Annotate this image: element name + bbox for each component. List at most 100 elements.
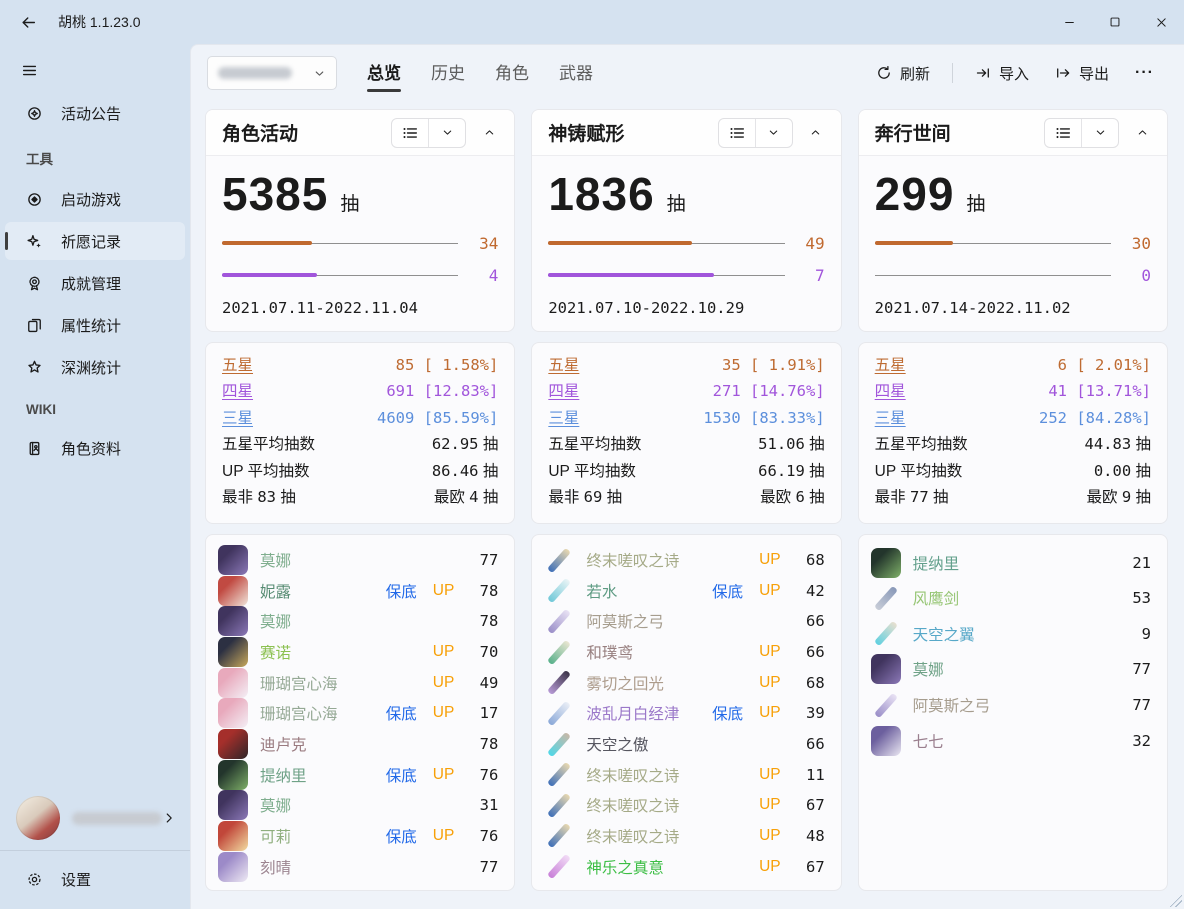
bulleted-list-icon — [728, 124, 746, 142]
sidebar-item-announcements[interactable]: 活动公告 — [5, 94, 185, 132]
item-name: 阿莫斯之弓 — [913, 694, 1107, 716]
sidebar-item-attribute-stats[interactable]: 属性统计 — [5, 306, 185, 344]
list-mode-button[interactable] — [719, 119, 755, 147]
five-star-list-item[interactable]: 珊瑚宫心海 UP 49 — [218, 667, 498, 698]
rarity-label[interactable]: 四星 — [875, 379, 906, 401]
rarity-label[interactable]: 五星 — [548, 353, 579, 375]
five-star-list-item[interactable]: 赛诺 UP 70 — [218, 637, 498, 668]
maximize-button[interactable] — [1092, 0, 1138, 44]
view-tabs: 总览历史角色武器 — [359, 53, 601, 94]
five-star-list-item[interactable]: 终末嗟叹之诗 UP 11 — [544, 759, 824, 790]
uid-selector-dropdown[interactable] — [207, 56, 337, 90]
five-star-list-item[interactable]: 若水 保底UP 42 — [544, 576, 824, 607]
tab-历史[interactable]: 历史 — [423, 53, 473, 94]
item-name: 刻晴 — [260, 856, 454, 878]
sidebar-item-achievements[interactable]: 成就管理 — [5, 264, 185, 302]
sidebar-item-label: 角色资料 — [61, 438, 121, 459]
rarity-label[interactable]: 五星 — [222, 353, 253, 375]
five-star-list-item[interactable]: 提纳里 保底UP 76 — [218, 759, 498, 790]
pity-bar-track — [875, 272, 1111, 278]
five-star-list-item[interactable]: 波乱月白经津 保底UP 39 — [544, 698, 824, 729]
five-star-list-item[interactable]: 迪卢克 78 — [218, 729, 498, 760]
sidebar-item-settings[interactable]: 设置 — [5, 857, 185, 901]
tab-武器[interactable]: 武器 — [551, 53, 601, 94]
banner-card-header: 神铸赋形 — [532, 110, 840, 156]
item-name: 终末嗟叹之诗 — [586, 549, 743, 571]
collapse-card-button[interactable] — [1127, 118, 1157, 148]
rarity-label[interactable]: 五星 — [875, 353, 906, 375]
five-star-list-item[interactable]: 莫娜 77 — [871, 652, 1151, 688]
five-star-list-item[interactable]: 雾切之回光 UP 68 — [544, 667, 824, 698]
item-pull-count: 48 — [799, 827, 825, 845]
import-icon — [975, 65, 991, 81]
five-star-list-item[interactable]: 终末嗟叹之诗 UP 67 — [544, 790, 824, 821]
list-mode-dropdown-button[interactable] — [429, 119, 465, 147]
pity-bar-row: 4 — [222, 266, 498, 285]
user-account-row[interactable] — [0, 788, 190, 848]
five-star-list-item[interactable]: 神乐之真意 UP 67 — [544, 851, 824, 882]
up-badge: UP — [759, 551, 781, 569]
five-star-list-item[interactable]: 可莉 保底UP 76 — [218, 821, 498, 852]
item-pull-count: 77 — [472, 551, 498, 569]
collapse-card-button[interactable] — [801, 118, 831, 148]
refresh-button[interactable]: 刷新 — [866, 56, 940, 91]
five-star-list-item[interactable]: 阿莫斯之弓 77 — [871, 687, 1151, 723]
rarity-stat-row: 五星 85 [ 1.58%] — [222, 353, 498, 379]
pity-bar-row: 49 — [548, 234, 824, 253]
extremes-row: 最非 77 抽 最欧 9 抽 — [875, 485, 1151, 511]
tab-总览[interactable]: 总览 — [359, 53, 409, 94]
rarity-label[interactable]: 三星 — [875, 406, 906, 428]
five-star-list-item[interactable]: 天空之傲 66 — [544, 729, 824, 760]
list-mode-dropdown-button[interactable] — [756, 119, 792, 147]
five-star-list-item[interactable]: 莫娜 77 — [218, 545, 498, 576]
list-mode-split-button — [391, 118, 466, 148]
five-star-list-item[interactable]: 妮露 保底UP 78 — [218, 576, 498, 607]
export-button[interactable]: 导出 — [1045, 56, 1119, 91]
five-star-list-item[interactable]: 七七 32 — [871, 723, 1151, 759]
rarity-stat-row: 五星 6 [ 2.01%] — [875, 353, 1151, 379]
character-avatar — [218, 698, 248, 728]
resize-grip[interactable] — [1170, 895, 1182, 907]
five-star-list-item[interactable]: 莫娜 78 — [218, 606, 498, 637]
five-star-list-item[interactable]: 终末嗟叹之诗 UP 68 — [544, 545, 824, 576]
list-mode-button[interactable] — [392, 119, 428, 147]
close-button[interactable] — [1138, 0, 1184, 44]
back-button[interactable] — [12, 6, 44, 38]
list-mode-dropdown-button[interactable] — [1082, 119, 1118, 147]
rarity-label[interactable]: 四星 — [222, 379, 253, 401]
up-average-label: UP 平均抽数 — [548, 459, 636, 481]
list-mode-button[interactable] — [1045, 119, 1081, 147]
five-star-list-item[interactable]: 提纳里 21 — [871, 545, 1151, 581]
rarity-value: 35 [ 1.91%] — [703, 356, 824, 374]
list-mode-split-button — [1044, 118, 1119, 148]
five-star-list-item[interactable]: 珊瑚宫心海 保底UP 17 — [218, 698, 498, 729]
app-window: 胡桃 1.1.23.0 — [0, 0, 1184, 909]
minimize-button[interactable] — [1046, 0, 1092, 44]
rarity-label[interactable]: 四星 — [548, 379, 579, 401]
five-star-list-item[interactable]: 风鹰剑 53 — [871, 580, 1151, 616]
five-star-list-item[interactable]: 莫娜 31 — [218, 790, 498, 821]
sidebar-item-abyss-stats[interactable]: 深渊统计 — [5, 348, 185, 386]
five-star-average-label: 五星平均抽数 — [875, 432, 968, 454]
weapon-icon — [871, 690, 901, 720]
five-star-list-item[interactable]: 终末嗟叹之诗 UP 48 — [544, 821, 824, 852]
five-star-list-item[interactable]: 天空之翼 9 — [871, 616, 1151, 652]
sidebar-item-character-wiki[interactable]: 角色资料 — [5, 429, 185, 467]
tab-角色[interactable]: 角色 — [487, 53, 537, 94]
weapon-icon — [544, 852, 574, 882]
rarity-label[interactable]: 三星 — [548, 406, 579, 428]
sidebar-item-wish-records[interactable]: 祈愿记录 — [5, 222, 185, 260]
five-star-list-item[interactable]: 阿莫斯之弓 66 — [544, 606, 824, 637]
up-badge: UP — [759, 704, 781, 722]
five-star-list-item[interactable]: 和璞鸢 UP 66 — [544, 637, 824, 668]
rarity-label[interactable]: 三星 — [222, 406, 253, 428]
rarity-value: 41 [13.71%] — [1030, 382, 1151, 400]
sidebar-item-launch-game[interactable]: 启动游戏 — [5, 180, 185, 218]
item-name: 波乱月白经津 — [586, 702, 696, 724]
weapon-icon — [544, 637, 574, 667]
more-button[interactable]: ··· — [1125, 57, 1164, 89]
five-star-list-item[interactable]: 刻晴 77 — [218, 851, 498, 882]
collapse-card-button[interactable] — [474, 118, 504, 148]
hamburger-menu-button[interactable] — [12, 54, 46, 86]
import-button[interactable]: 导入 — [965, 56, 1039, 91]
